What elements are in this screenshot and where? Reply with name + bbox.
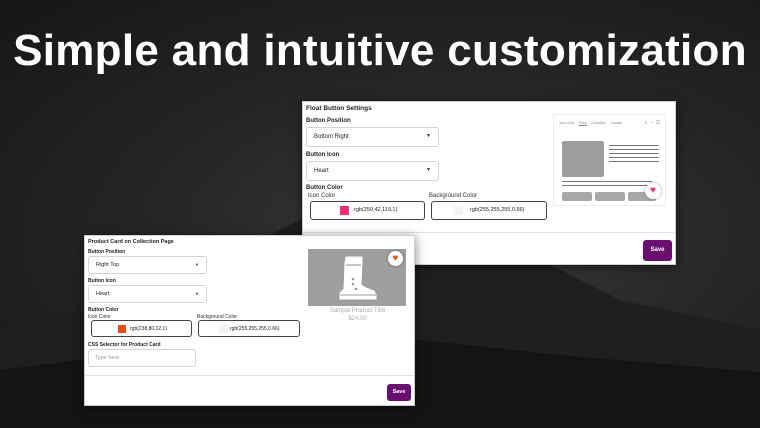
background-color-label: Background Color [429,193,478,199]
panel-title: Product Card on Collection Page [88,239,174,245]
float-heart-button[interactable]: ♥ [645,183,661,199]
color-swatch [454,206,463,215]
preview-nav: Your shop Shop Collection Contact [559,121,622,125]
caret-down-icon: ▼ [426,133,431,139]
button-position-label: Button Position [306,118,351,124]
color-value: rgb(250,42,119,1) [354,207,398,213]
preview-text-lines [609,145,659,162]
color-value: rgb(255,255,255,0.66) [470,207,525,213]
button-icon-select[interactable]: Heart ▼ [306,161,439,181]
icon-color-label: Icon Color [308,193,336,199]
button-position-label: Button Position [88,249,126,255]
caret-down-icon: ▼ [426,167,431,173]
color-swatch [219,325,227,333]
button-position-select[interactable]: Right Top ▼ [88,256,207,274]
heart-icon: ♥ [392,252,399,264]
save-button[interactable]: Save [643,240,672,261]
preview-header-icons: ⌕ ◦ ▢ [644,120,661,126]
background-color-picker[interactable]: rgb(255,255,255,0.66) [431,201,547,220]
icon-color-picker[interactable]: rgb(238,80,12,1) [91,320,192,337]
save-button[interactable]: Save [387,384,411,401]
heart-icon: ♥ [650,185,656,196]
button-color-label: Button Color [88,307,119,313]
sample-product-title: Sample Product Title [329,308,386,314]
selected-value: Heart [314,168,329,174]
icon-color-picker[interactable]: rgb(250,42,119,1) [310,201,425,220]
sample-product-price: $24.00 [348,316,367,322]
color-value: rgb(255,255,255,0.66) [230,326,280,332]
preview-image [562,141,604,177]
preview-nav-item: Your shop [559,121,575,125]
caret-down-icon: ▼ [195,262,199,267]
selected-value: Bottom Right [314,134,349,140]
caret-down-icon: ▼ [195,291,199,296]
preview-nav-item: Shop [578,121,587,125]
panel-title: Float Button Settings [306,105,372,112]
card-heart-button[interactable]: ♥ [388,251,403,266]
button-position-select[interactable]: Bottom Right ▼ [306,127,439,147]
preview-nav-item: Contact [610,121,623,125]
headline: Simple and intuitive customization [13,26,747,75]
css-selector-input[interactable] [88,349,196,367]
button-icon-label: Button Icon [88,278,116,284]
background-color-picker[interactable]: rgb(255,255,255,0.66) [198,320,300,337]
preview-button [595,192,625,201]
css-selector-label: CSS Selector for Product Card [88,342,161,348]
color-swatch [118,325,126,333]
selected-value: Right Top [96,262,120,268]
sample-product-card: ♥ Sample Product Title $24.00 [308,248,407,324]
preview-button [562,192,592,201]
button-color-label: Button Color [306,185,343,191]
color-swatch [340,206,349,215]
divider [85,375,414,376]
button-icon-label: Button Icon [306,152,340,158]
product-card-panel: Product Card on Collection Page Button P… [84,235,415,406]
store-preview: Your shop Shop Collection Contact ⌕ ◦ ▢ … [553,114,666,206]
color-value: rgb(238,80,12,1) [130,326,167,332]
selected-value: Heart [96,291,110,297]
divider [303,232,675,233]
preview-nav-item: Collection [590,121,607,125]
button-icon-select[interactable]: Heart ▼ [88,285,207,303]
preview-lines-lower [562,181,652,186]
css-selector-field[interactable] [95,350,191,366]
